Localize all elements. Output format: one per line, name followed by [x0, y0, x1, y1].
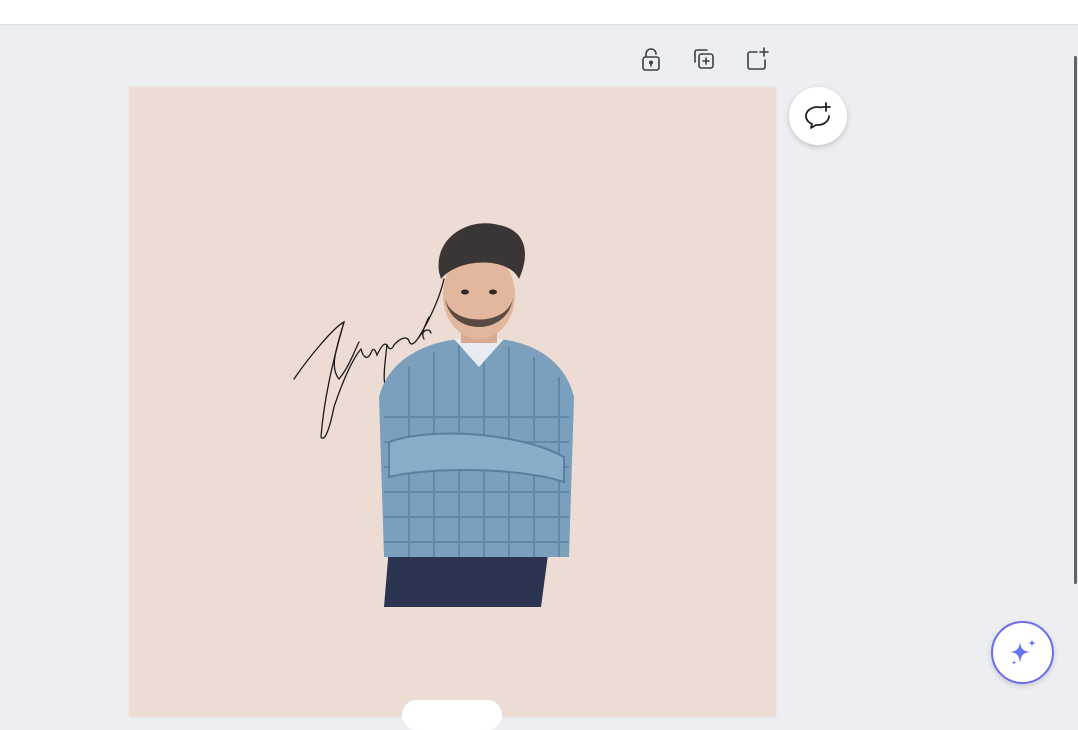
lock-button[interactable]	[634, 42, 668, 76]
duplicate-page-icon	[694, 49, 714, 69]
page-number-pill[interactable]	[402, 700, 502, 730]
ai-assistant-button[interactable]	[991, 621, 1054, 684]
top-bar	[0, 0, 1078, 25]
add-comment-button[interactable]	[789, 87, 847, 145]
design-canvas[interactable]	[129, 87, 776, 730]
comment-add-icon	[805, 102, 831, 129]
page-toolbar	[634, 42, 774, 76]
duplicate-page-button[interactable]	[687, 42, 721, 76]
add-page-button[interactable]	[740, 42, 774, 76]
lock-icon	[642, 48, 660, 71]
sparkles-icon	[1009, 638, 1036, 665]
add-page-icon	[747, 47, 769, 70]
vertical-scrollbar[interactable]	[1074, 56, 1077, 584]
person-photo[interactable]	[369, 217, 589, 607]
